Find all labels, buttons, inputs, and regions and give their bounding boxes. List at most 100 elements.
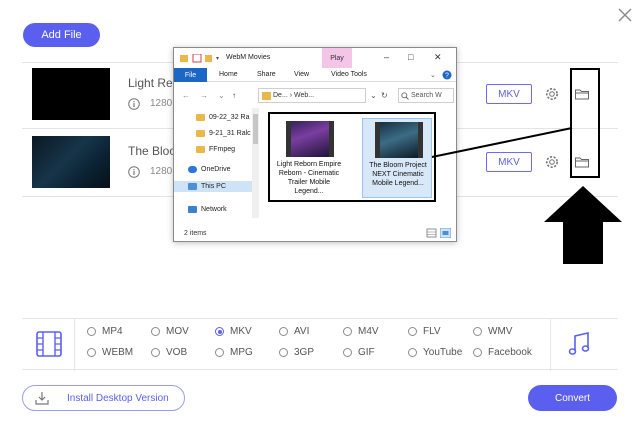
- address-path: De... › Web...: [273, 92, 315, 99]
- svg-text:?: ?: [445, 73, 449, 80]
- ribbon-tab-file[interactable]: File: [174, 68, 207, 82]
- file-name: Light Reborn Empire Reborn - Cinematic T…: [276, 161, 342, 195]
- radio-button[interactable]: [408, 327, 417, 336]
- music-note-icon[interactable]: [567, 331, 591, 357]
- play-tab[interactable]: Play: [322, 48, 352, 68]
- explorer-file-area: Light Reborn Empire Reborn - Cinematic T…: [268, 112, 436, 202]
- format-option-mpg[interactable]: MPG: [215, 347, 253, 358]
- file-tile[interactable]: Light Reborn Empire Reborn - Cinematic T…: [274, 118, 344, 198]
- search-input[interactable]: Search W: [398, 88, 454, 103]
- add-file-button[interactable]: Add File: [23, 23, 100, 47]
- file-tile[interactable]: The Bloom Project NEXT Cinematic Mobile …: [362, 118, 432, 198]
- info-icon[interactable]: [128, 166, 140, 178]
- gear-icon[interactable]: [544, 86, 560, 102]
- install-desktop-button[interactable]: Install Desktop Version: [22, 385, 185, 411]
- sidebar-item-network[interactable]: Network: [188, 204, 227, 215]
- help-icon[interactable]: ?: [442, 70, 452, 80]
- video-resolution: 1280: [150, 166, 173, 177]
- explorer-ribbon: File Home Share View Video Tools ⌄ ?: [174, 68, 456, 82]
- install-label: Install Desktop Version: [67, 392, 169, 404]
- arrow-up-icon: [544, 186, 622, 264]
- format-option-avi[interactable]: AVI: [279, 326, 309, 337]
- divider: [74, 319, 75, 371]
- forward-icon[interactable]: →: [200, 91, 208, 100]
- quick-access-icons[interactable]: [180, 54, 220, 63]
- radio-button[interactable]: [343, 348, 352, 357]
- info-icon[interactable]: [128, 98, 140, 110]
- cloud-icon: [188, 166, 197, 173]
- expand-ribbon-icon[interactable]: ⌄: [430, 71, 436, 79]
- sidebar-item-folder[interactable]: 9-21_31 Ralc: [196, 128, 251, 139]
- sidebar-item-this-pc[interactable]: This PC: [174, 181, 254, 192]
- format-option-wmv[interactable]: WMV: [473, 326, 512, 337]
- address-dropdown-icon[interactable]: ⌄: [370, 91, 377, 100]
- recent-icon[interactable]: ⌄: [218, 91, 225, 100]
- explorer-title-bar: WebM Movies Play – □ ✕: [174, 48, 456, 68]
- radio-button[interactable]: [87, 348, 96, 357]
- back-icon[interactable]: ←: [182, 91, 190, 100]
- address-bar[interactable]: De... › Web...: [258, 88, 366, 103]
- radio-button[interactable]: [343, 327, 352, 336]
- radio-button[interactable]: [473, 327, 482, 336]
- maximize-icon[interactable]: □: [408, 52, 413, 62]
- radio-button[interactable]: [408, 348, 417, 357]
- ribbon-tab-view[interactable]: View: [294, 71, 309, 78]
- sidebar-item-folder[interactable]: FFmpeg: [196, 144, 235, 155]
- format-option-facebook[interactable]: Facebook: [473, 347, 532, 358]
- video-resolution: 1280: [150, 98, 173, 109]
- search-icon: [401, 92, 409, 100]
- radio-button[interactable]: [279, 348, 288, 357]
- gear-icon[interactable]: [544, 154, 560, 170]
- divider: [550, 319, 551, 371]
- radio-button[interactable]: [151, 348, 160, 357]
- radio-button[interactable]: [215, 348, 224, 357]
- format-selector-panel: MP4 MOV MKV AVI M4V FLV WMV WEBM VOB MPG…: [22, 318, 618, 371]
- sidebar-item-onedrive[interactable]: OneDrive: [188, 164, 231, 175]
- convert-button[interactable]: Convert: [528, 385, 617, 411]
- close-icon[interactable]: [614, 4, 636, 26]
- download-icon: [35, 392, 49, 405]
- explorer-nav-bar: ← → ⌄ ↑ De... › Web... ⌄ ↻ Search W: [174, 86, 456, 104]
- output-format-button[interactable]: MKV: [486, 152, 532, 172]
- sidebar-scrollbar[interactable]: [252, 108, 259, 218]
- minimize-icon[interactable]: –: [384, 52, 389, 62]
- radio-button[interactable]: [473, 348, 482, 357]
- file-name: The Bloom Project NEXT Cinematic Mobile …: [369, 162, 427, 187]
- ribbon-tab-video-tools[interactable]: Video Tools: [331, 71, 367, 78]
- video-thumbnail[interactable]: [32, 136, 110, 188]
- video-thumbnail[interactable]: [32, 68, 110, 120]
- details-view-icon[interactable]: [426, 228, 437, 238]
- refresh-icon[interactable]: ↻: [381, 91, 388, 100]
- video-file-thumbnail: [375, 122, 423, 158]
- video-name: Light Reb: [128, 76, 180, 90]
- folder-icon: [196, 114, 205, 121]
- video-name: The Bloo: [128, 144, 177, 158]
- format-option-mp4[interactable]: MP4: [87, 326, 123, 337]
- explorer-title: WebM Movies: [226, 54, 271, 61]
- format-option-m4v[interactable]: M4V: [343, 326, 379, 337]
- radio-button[interactable]: [279, 327, 288, 336]
- radio-button[interactable]: [87, 327, 96, 336]
- format-option-webm[interactable]: WEBM: [87, 347, 133, 358]
- tiles-view-icon[interactable]: [440, 228, 451, 238]
- format-option-youtube[interactable]: YouTube: [408, 347, 462, 358]
- format-option-3gp[interactable]: 3GP: [279, 347, 314, 358]
- ribbon-tab-home[interactable]: Home: [219, 71, 238, 78]
- folder-icon: [196, 130, 205, 137]
- network-icon: [188, 206, 197, 213]
- folder-highlight-box: [570, 68, 600, 178]
- output-format-button[interactable]: MKV: [486, 84, 532, 104]
- ribbon-tab-share[interactable]: Share: [257, 71, 276, 78]
- format-option-mov[interactable]: MOV: [151, 326, 189, 337]
- radio-button-selected[interactable]: [215, 327, 224, 336]
- explorer-sidebar: 09-22_32 Ra 9-21_31 Ralc FFmpeg OneDrive…: [174, 108, 262, 224]
- close-window-icon[interactable]: ✕: [434, 52, 442, 63]
- folder-icon: [196, 146, 205, 153]
- format-option-mkv[interactable]: MKV: [215, 326, 252, 337]
- radio-button[interactable]: [151, 327, 160, 336]
- up-icon[interactable]: ↑: [232, 91, 236, 100]
- format-option-flv[interactable]: FLV: [408, 326, 441, 337]
- sidebar-item-folder[interactable]: 09-22_32 Ra: [196, 112, 249, 123]
- format-option-gif[interactable]: GIF: [343, 347, 375, 358]
- format-option-vob[interactable]: VOB: [151, 347, 187, 358]
